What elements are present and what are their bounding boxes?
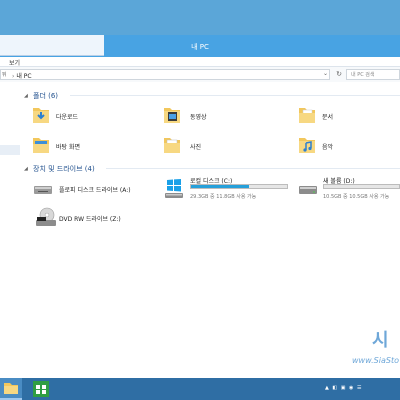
ribbon — [0, 57, 400, 67]
breadcrumb-back[interactable]: 뒤 — [2, 71, 7, 78]
breadcrumb[interactable]: › 내 PC — [12, 71, 32, 80]
floppy-drive-icon — [34, 186, 52, 194]
drive-item-d[interactable] — [298, 182, 318, 198]
folder-item-documents[interactable] — [298, 104, 316, 126]
collapse-chevron-icon[interactable]: ◢ — [24, 93, 28, 99]
drive-usage-bar — [190, 184, 288, 189]
pictures-folder-icon — [164, 138, 180, 153]
music-folder-icon — [299, 138, 315, 153]
navigation-selected-item[interactable] — [0, 145, 20, 155]
folder-label: 다운로드 — [56, 114, 79, 121]
folder-label: 문서 — [322, 114, 334, 121]
drive-space-text: 10.5GB 중 10.5GB 사용 가능 — [323, 194, 390, 200]
tab-view[interactable]: 보기 — [9, 58, 20, 67]
folder-item-videos[interactable] — [163, 104, 181, 126]
windows-drive-icon — [165, 179, 183, 198]
file-explorer-icon — [4, 383, 18, 394]
drive-item-floppy[interactable] — [33, 182, 53, 198]
breadcrumb-item[interactable]: 내 PC — [16, 73, 31, 80]
drive-label: 플로피 디스크 드라이브 (A:) — [59, 187, 131, 194]
dvd-drive-icon — [36, 207, 56, 226]
navigation-pane[interactable] — [0, 82, 20, 378]
download-folder-icon — [33, 108, 49, 123]
drive-item-dvd[interactable] — [35, 207, 57, 229]
hard-drive-icon — [299, 186, 317, 194]
search-placeholder: 내 PC 검색 — [351, 72, 375, 78]
folder-label: 음악 — [322, 144, 334, 151]
section-divider — [70, 95, 400, 96]
drive-usage-fill — [191, 185, 249, 188]
watermark-logo: 시 — [372, 330, 389, 351]
section-divider — [106, 168, 400, 169]
system-tray-icons[interactable]: ▲ ◧ ▣ ◉ ☰ — [325, 385, 363, 391]
folder-label: 바탕 화면 — [56, 144, 80, 151]
video-folder-icon — [164, 108, 180, 123]
chevron-right-icon: › — [12, 73, 15, 80]
window-title: 내 PC — [191, 43, 209, 51]
section-header-devices[interactable]: 장치 및 드라이브 (4) — [33, 164, 95, 174]
folder-item-desktop[interactable] — [32, 134, 50, 156]
content-pane — [0, 82, 400, 378]
folder-label: 동영상 — [190, 114, 207, 121]
drive-label: DVD RW 드라이브 (Z:) — [59, 216, 121, 223]
drive-item-c[interactable] — [164, 179, 184, 201]
address-dropdown-button[interactable]: ⌄ — [323, 70, 328, 77]
address-bar[interactable] — [0, 69, 330, 80]
folder-item-pictures[interactable] — [163, 134, 181, 156]
drive-space-text: 29.3GB 중 11.8GB 사용 가능 — [190, 194, 257, 200]
collapse-chevron-icon[interactable]: ◢ — [24, 166, 28, 172]
folder-label: 사진 — [190, 144, 202, 151]
drive-usage-bar — [323, 184, 400, 189]
section-header-folders[interactable]: 폴더 (6) — [33, 91, 58, 101]
taskbar-explorer-button[interactable] — [0, 378, 22, 400]
store-icon — [36, 385, 46, 394]
watermark-url: www.SiaSto — [352, 356, 399, 365]
folder-item-downloads[interactable] — [32, 104, 50, 126]
desktop-folder-icon — [33, 138, 49, 153]
refresh-button[interactable]: ↻ — [334, 69, 344, 80]
taskbar-store-button[interactable] — [33, 381, 49, 397]
documents-folder-icon — [299, 108, 315, 123]
folder-item-music[interactable] — [298, 134, 316, 156]
